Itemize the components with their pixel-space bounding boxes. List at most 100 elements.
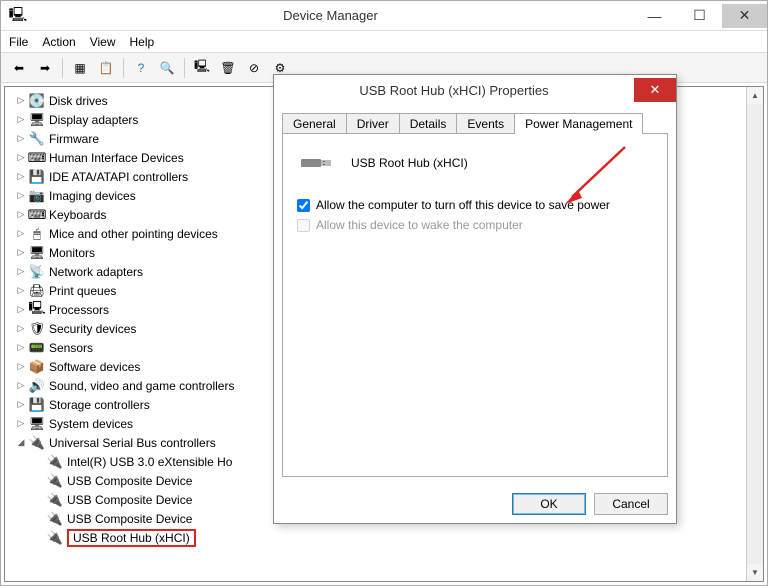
device-category-icon: 🔊	[29, 378, 45, 394]
device-category-icon: 📡	[29, 264, 45, 280]
tree-label: Display adapters	[49, 113, 138, 127]
expand-icon[interactable]: ▷	[15, 133, 27, 144]
separator	[184, 58, 185, 78]
expand-icon[interactable]: ▷	[15, 152, 27, 163]
tree-label: Storage controllers	[49, 398, 150, 412]
app-icon: 🖳	[7, 5, 29, 27]
titlebar: 🖳 Device Manager — ☐ ✕	[1, 1, 767, 31]
device-category-icon: 🛡	[29, 321, 45, 337]
expand-icon[interactable]: ▷	[15, 418, 27, 429]
device-category-icon: ⌨	[29, 150, 45, 166]
expand-icon[interactable]: ▷	[15, 95, 27, 106]
tab-events[interactable]: Events	[456, 113, 515, 134]
device-category-icon: 🖱	[29, 226, 45, 242]
device-category-icon: 🔌	[29, 435, 45, 451]
tree-label: Software devices	[49, 360, 140, 374]
uninstall-button[interactable]: 🗑	[216, 56, 240, 80]
tab-power-management[interactable]: Power Management	[514, 113, 643, 134]
vertical-scrollbar[interactable]: ▲ ▼	[746, 87, 763, 581]
menu-help[interactable]: Help	[130, 35, 155, 49]
expand-icon[interactable]: ▷	[15, 114, 27, 125]
device-category-icon: 💾	[29, 169, 45, 185]
device-name-label: USB Root Hub (xHCI)	[351, 156, 468, 170]
tree-item[interactable]: 🔌USB Root Hub (xHCI)	[29, 528, 742, 547]
properties-dialog: USB Root Hub (xHCI) Properties ✕ General…	[273, 74, 677, 524]
device-category-icon: 📦	[29, 359, 45, 375]
update-button[interactable]: 🖳	[190, 56, 214, 80]
maximize-button[interactable]: ☐	[677, 4, 722, 28]
tree-label: USB Root Hub (xHCI)	[67, 529, 196, 547]
tree-label: USB Composite Device	[67, 512, 192, 526]
cancel-button[interactable]: Cancel	[594, 493, 668, 515]
tree-label: Intel(R) USB 3.0 eXtensible Ho	[67, 455, 232, 469]
menu-action[interactable]: Action	[42, 35, 75, 49]
tree-label: System devices	[49, 417, 133, 431]
device-category-icon: 🖥	[29, 112, 45, 128]
checkbox-allow-power-off[interactable]	[297, 199, 310, 212]
tree-label: IDE ATA/ATAPI controllers	[49, 170, 188, 184]
separator	[62, 58, 63, 78]
usb-icon	[297, 148, 337, 178]
ok-button[interactable]: OK	[512, 493, 586, 515]
tab-driver[interactable]: Driver	[346, 113, 400, 134]
tree-label: Keyboards	[49, 208, 106, 222]
device-icon: 🔌	[47, 473, 63, 489]
expand-icon[interactable]: ▷	[15, 266, 27, 277]
expand-icon[interactable]: ▷	[15, 361, 27, 372]
expand-icon[interactable]: ▷	[15, 323, 27, 334]
back-button[interactable]: ⬅	[7, 56, 31, 80]
checkbox-allow-power-off-label[interactable]: Allow the computer to turn off this devi…	[316, 198, 610, 212]
tree-label: Imaging devices	[49, 189, 136, 203]
expand-icon[interactable]: ▷	[15, 190, 27, 201]
device-category-icon: 🔧	[29, 131, 45, 147]
dialog-titlebar[interactable]: USB Root Hub (xHCI) Properties ✕	[274, 75, 676, 105]
scroll-track[interactable]	[747, 104, 763, 564]
expand-icon[interactable]: ▷	[15, 209, 27, 220]
expand-icon[interactable]: ▷	[15, 247, 27, 258]
checkbox-allow-wake	[297, 219, 310, 232]
tree-label: Security devices	[49, 322, 136, 336]
tab-general[interactable]: General	[282, 113, 347, 134]
scan-button[interactable]: 🔍	[155, 56, 179, 80]
device-category-icon: 💾	[29, 397, 45, 413]
expand-icon[interactable]: ▷	[15, 380, 27, 391]
device-category-icon: 📟	[29, 340, 45, 356]
expand-icon[interactable]: ◢	[15, 437, 27, 448]
tree-label: Firmware	[49, 132, 99, 146]
scroll-up-button[interactable]: ▲	[747, 87, 763, 104]
device-icon: 🔌	[47, 511, 63, 527]
device-category-icon: 🖥	[29, 416, 45, 432]
tree-label: Monitors	[49, 246, 95, 260]
expand-icon[interactable]: ▷	[15, 342, 27, 353]
properties-button[interactable]: 📋	[94, 56, 118, 80]
device-category-icon: 🖳	[29, 302, 45, 318]
menu-file[interactable]: File	[9, 35, 28, 49]
checkbox-wake-row: Allow this device to wake the computer	[297, 218, 653, 232]
help-button[interactable]: ?	[129, 56, 153, 80]
tab-panel: USB Root Hub (xHCI) Allow the computer t…	[282, 133, 668, 477]
tree-label: Universal Serial Bus controllers	[49, 436, 216, 450]
tab-details[interactable]: Details	[399, 113, 458, 134]
tree-label: Disk drives	[49, 94, 108, 108]
disable-button[interactable]: ⊘	[242, 56, 266, 80]
device-category-icon: 🖥	[29, 245, 45, 261]
tree-label: Human Interface Devices	[49, 151, 184, 165]
dialog-title: USB Root Hub (xHCI) Properties	[274, 83, 634, 98]
minimize-button[interactable]: —	[632, 4, 677, 28]
close-button[interactable]: ✕	[722, 4, 767, 28]
dialog-close-button[interactable]: ✕	[634, 78, 676, 102]
tree-label: Processors	[49, 303, 109, 317]
expand-icon[interactable]: ▷	[15, 228, 27, 239]
show-hidden-button[interactable]: ▦	[68, 56, 92, 80]
expand-icon[interactable]: ▷	[15, 304, 27, 315]
expand-icon[interactable]: ▷	[15, 399, 27, 410]
tree-label: Network adapters	[49, 265, 143, 279]
tree-label: Sound, video and game controllers	[49, 379, 234, 393]
device-icon: 🔌	[47, 454, 63, 470]
expand-icon[interactable]: ▷	[15, 285, 27, 296]
forward-button[interactable]: ➡	[33, 56, 57, 80]
scroll-down-button[interactable]: ▼	[747, 564, 763, 581]
tree-label: USB Composite Device	[67, 474, 192, 488]
expand-icon[interactable]: ▷	[15, 171, 27, 182]
menu-view[interactable]: View	[90, 35, 116, 49]
